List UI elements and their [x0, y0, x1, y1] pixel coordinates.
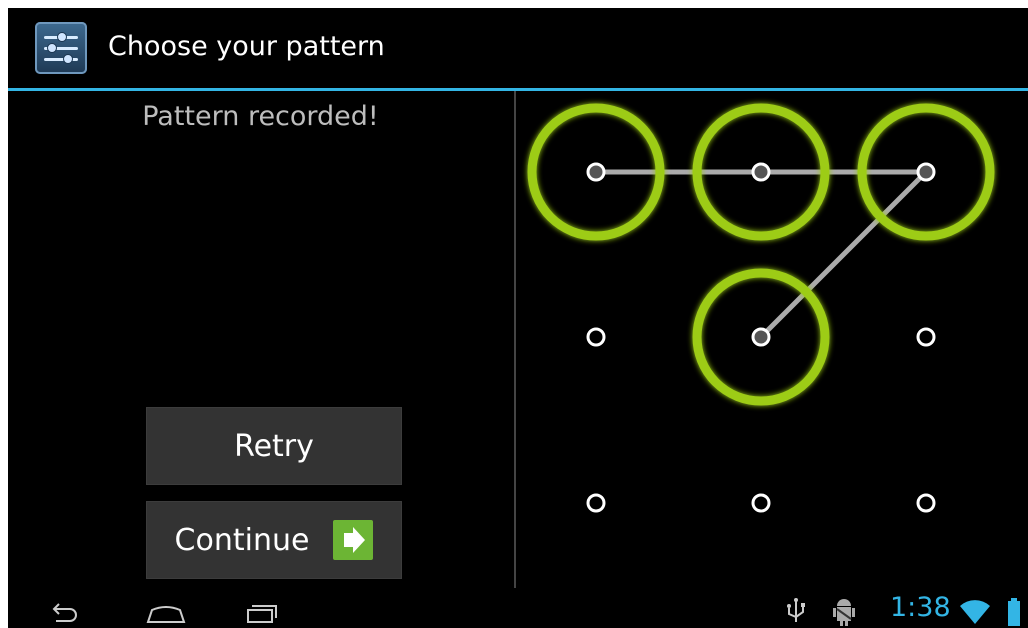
home-icon[interactable] — [144, 592, 188, 628]
back-icon[interactable] — [46, 592, 86, 628]
battery-icon — [1008, 598, 1020, 626]
pattern-dot-9[interactable] — [916, 493, 936, 513]
usb-icon — [787, 598, 805, 622]
pattern-dot-7[interactable] — [586, 493, 606, 513]
screen: Choose your pattern Pattern recorded! Re… — [8, 8, 1028, 628]
android-debug-icon — [833, 599, 855, 626]
pattern-dot-1[interactable] — [586, 162, 606, 182]
pattern-dot-2[interactable] — [751, 162, 771, 182]
wifi-icon — [960, 600, 990, 624]
pattern-dot-6[interactable] — [916, 327, 936, 347]
pattern-path — [593, 169, 929, 340]
pattern-dot-8[interactable] — [751, 493, 771, 513]
pattern-dot-5[interactable] — [751, 327, 771, 347]
pattern-dot-4[interactable] — [586, 327, 606, 347]
pattern-dot-3[interactable] — [916, 162, 936, 182]
system-bar: 1:38 — [8, 592, 1028, 628]
recent-apps-icon[interactable] — [242, 592, 282, 628]
pattern-lock-grid[interactable] — [8, 8, 1028, 628]
clock: 1:38 — [890, 592, 951, 623]
